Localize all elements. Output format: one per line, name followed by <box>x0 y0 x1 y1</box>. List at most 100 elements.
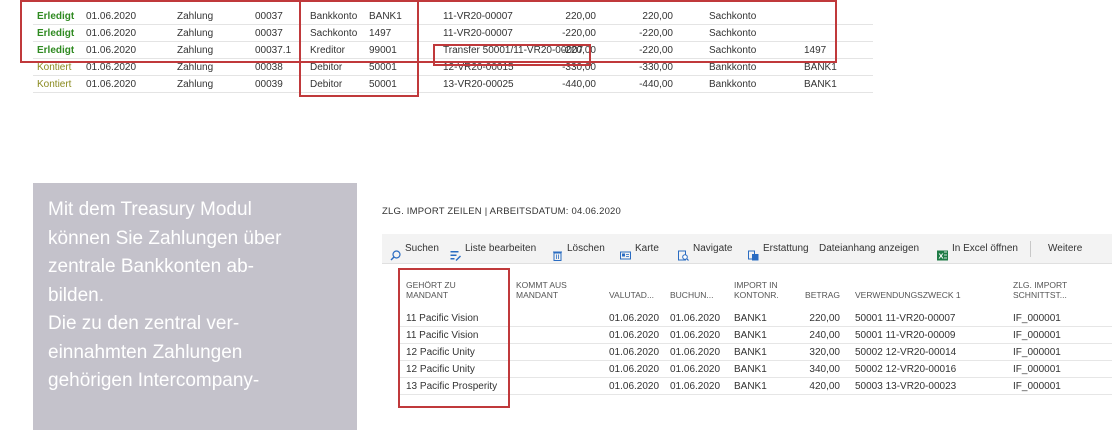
document-cell: 00038 <box>255 62 283 73</box>
import-account-cell: BANK1 <box>734 330 767 341</box>
buchung-cell: 01.06.2020 <box>670 330 721 341</box>
table-row[interactable]: 11 Pacific Vision 01.06.2020 01.06.2020 … <box>398 310 1112 327</box>
account-no-cell: 50001 <box>369 62 397 73</box>
navigate-button[interactable]: Navigate <box>678 234 732 264</box>
document-cell: 00037.1 <box>255 45 292 56</box>
table-row[interactable]: Erledigt 01.06.2020 Zahlung 00037.1 Kred… <box>33 42 873 59</box>
document-cell: 00037 <box>255 28 283 39</box>
type-cell: Zahlung <box>177 11 214 22</box>
counter-account-no-cell: BANK1 <box>804 79 837 90</box>
column-header-line: GEHÖRT ZU <box>406 280 456 290</box>
betrag-cell: 340,00 <box>809 364 840 375</box>
betrag-cell: 420,00 <box>809 381 840 392</box>
import-account-cell: BANK1 <box>734 347 767 358</box>
info-text-line: können Sie Zahlungen über <box>48 227 282 249</box>
import-account-cell: BANK1 <box>734 364 767 375</box>
account-type-cell: Debitor <box>310 62 343 73</box>
table-row[interactable]: 13 Pacific Prosperity 01.06.2020 01.06.2… <box>398 378 1112 395</box>
import-lines-page: ZLG. IMPORT ZEILEN | ARBEITSDATUM: 04.06… <box>382 200 1112 430</box>
refund-button[interactable]: Erstattung <box>748 234 809 264</box>
status-cell: Kontiert <box>37 62 72 73</box>
type-cell: Zahlung <box>177 79 214 90</box>
info-panel: Mit dem Treasury Modul können Sie Zahlun… <box>33 183 357 430</box>
amount-cell: -440,00 <box>562 79 596 90</box>
attachments-button[interactable]: Dateianhang anzeigen <box>819 234 919 264</box>
valuta-cell: 01.06.2020 <box>609 347 660 358</box>
amount-lcy-cell: -220,00 <box>639 45 673 56</box>
valuta-cell: 01.06.2020 <box>609 313 660 324</box>
buchung-cell: 01.06.2020 <box>670 364 721 375</box>
column-header-betrag[interactable]: BETRAG <box>805 290 840 300</box>
table-row[interactable]: Erledigt 01.06.2020 Zahlung 00037 Sachko… <box>33 25 873 42</box>
column-header-schnittstelle[interactable]: ZLG. IMPORT SCHNITTST... <box>1013 280 1067 300</box>
date-cell: 01.06.2020 <box>86 79 137 90</box>
buchung-cell: 01.06.2020 <box>670 347 721 358</box>
document-cell: 00039 <box>255 79 283 90</box>
mandant-cell: 11 Pacific Vision <box>406 313 479 324</box>
refund-label: Erstattung <box>763 243 809 254</box>
mandant-cell: 12 Pacific Unity <box>406 364 475 375</box>
column-header-line: BETRAG <box>805 290 840 300</box>
date-cell: 01.06.2020 <box>86 45 137 56</box>
info-text-line: Die zu den zentral ver- <box>48 313 240 334</box>
description-cell: 12-VR20-00015 <box>443 62 514 73</box>
schnittstelle-cell: IF_000001 <box>1013 330 1061 341</box>
card-label: Karte <box>635 243 659 254</box>
counter-account-type-cell: Sachkonto <box>709 45 757 56</box>
status-cell: Erledigt <box>37 11 75 22</box>
action-bar: Suchen Liste bearbeiten Löschen Karte Na… <box>382 234 1112 264</box>
account-type-cell: Sachkonto <box>310 28 358 39</box>
column-header-valuta[interactable]: VALUTAD... <box>609 290 654 300</box>
column-header-line: BUCHUN... <box>670 290 714 300</box>
card-button[interactable]: Karte <box>620 234 659 264</box>
mandant-cell: 13 Pacific Prosperity <box>406 381 498 392</box>
verwendungszweck-cell: 50001 11-VR20-00009 <box>855 330 956 341</box>
column-header-buchung[interactable]: BUCHUN... <box>670 290 713 300</box>
search-button[interactable]: Suchen <box>390 234 439 264</box>
verwendungszweck-cell: 50001 11-VR20-00007 <box>855 313 956 324</box>
table-row[interactable]: Erledigt 01.06.2020 Zahlung 00037 Bankko… <box>33 8 873 25</box>
excel-icon: X <box>937 244 948 260</box>
account-no-cell: BANK1 <box>369 11 402 22</box>
column-header-line: MANDANT <box>516 290 559 300</box>
date-cell: 01.06.2020 <box>86 28 137 39</box>
amount-cell: 220,00 <box>565 11 596 22</box>
column-header-import-account[interactable]: IMPORT IN KONTONR. <box>734 280 779 300</box>
account-no-cell: 1497 <box>369 28 392 39</box>
table-row[interactable]: 12 Pacific Unity 01.06.2020 01.06.2020 B… <box>398 361 1112 378</box>
valuta-cell: 01.06.2020 <box>609 330 660 341</box>
account-type-cell: Debitor <box>310 79 343 90</box>
counter-account-no-cell: 1497 <box>804 45 827 56</box>
type-cell: Zahlung <box>177 28 214 39</box>
more-options-button[interactable]: Weitere <box>1048 234 1082 264</box>
account-type-cell: Bankkonto <box>310 11 358 22</box>
betrag-cell: 220,00 <box>809 313 840 324</box>
table-row[interactable]: Kontiert 01.06.2020 Zahlung 00038 Debito… <box>33 59 873 76</box>
navigate-icon <box>678 244 689 261</box>
date-cell: 01.06.2020 <box>86 11 137 22</box>
column-header-from-mandant[interactable]: KOMMT AUS MANDANT <box>516 280 567 300</box>
table-row[interactable]: 12 Pacific Unity 01.06.2020 01.06.2020 B… <box>398 344 1112 361</box>
account-no-cell: 50001 <box>369 79 397 90</box>
trash-icon <box>552 244 563 261</box>
search-icon <box>390 244 401 260</box>
card-icon <box>620 244 631 259</box>
table-row[interactable]: 11 Pacific Vision 01.06.2020 01.06.2020 … <box>398 327 1112 344</box>
counter-account-type-cell: Sachkonto <box>709 11 757 22</box>
column-header-mandant[interactable]: GEHÖRT ZU MANDANT <box>406 280 456 300</box>
column-header-line: SCHNITTST... <box>1013 290 1067 300</box>
valuta-cell: 01.06.2020 <box>609 364 660 375</box>
table-row[interactable]: Kontiert 01.06.2020 Zahlung 00039 Debito… <box>33 76 873 93</box>
column-header-verwendungszweck[interactable]: VERWENDUNGSZWECK 1 <box>855 290 961 300</box>
verwendungszweck-cell: 50003 13-VR20-00023 <box>855 381 957 392</box>
buchung-cell: 01.06.2020 <box>670 381 721 392</box>
amount-lcy-cell: -440,00 <box>639 79 673 90</box>
action-separator <box>1030 241 1031 257</box>
schnittstelle-cell: IF_000001 <box>1013 313 1061 324</box>
verwendungszweck-cell: 50002 12-VR20-00016 <box>855 364 957 375</box>
attachments-label: Dateianhang anzeigen <box>819 243 920 254</box>
delete-button[interactable]: Löschen <box>552 234 605 264</box>
edit-list-button[interactable]: Liste bearbeiten <box>450 234 536 264</box>
betrag-cell: 320,00 <box>809 347 840 358</box>
open-in-excel-button[interactable]: X In Excel öffnen <box>937 234 1018 264</box>
